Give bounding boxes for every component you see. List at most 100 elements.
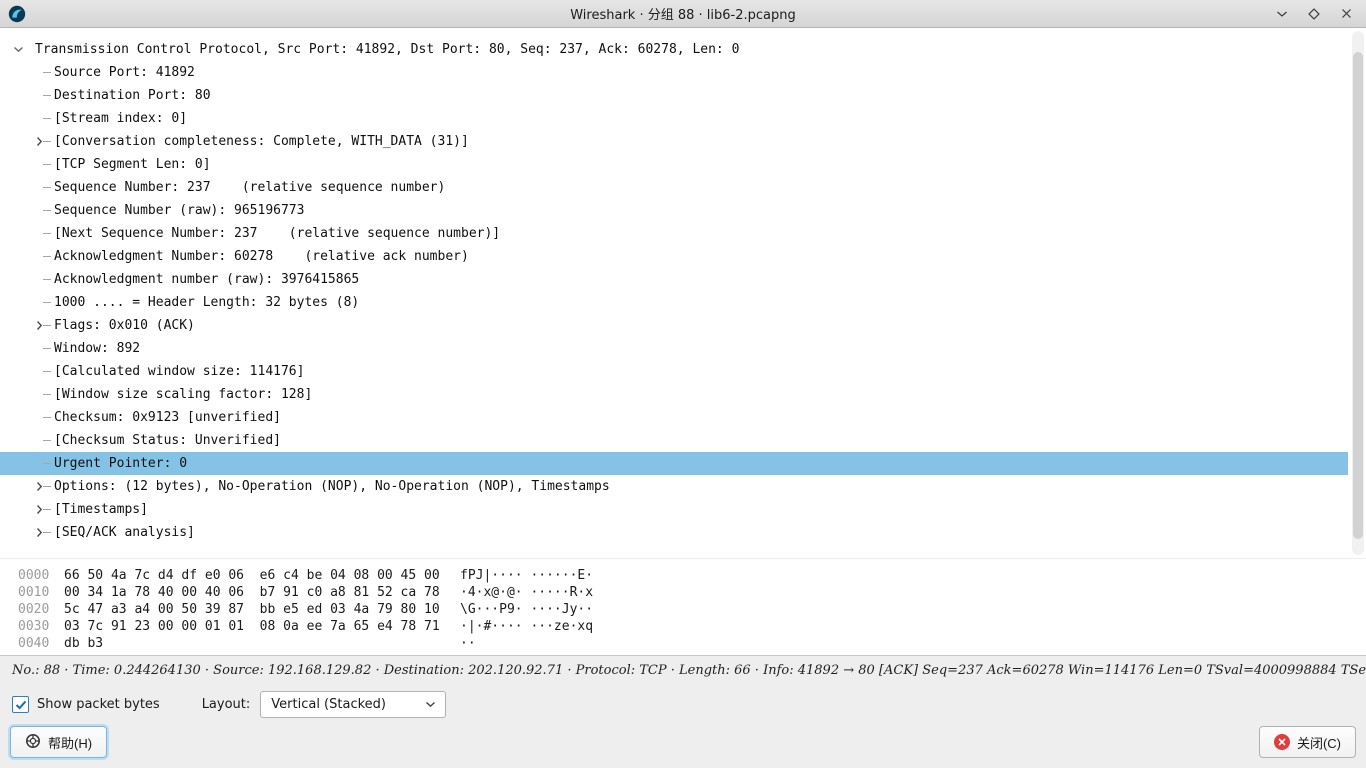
chevron-right-icon[interactable] bbox=[36, 521, 43, 544]
chevron-right-icon[interactable] bbox=[36, 498, 43, 521]
close-window-icon[interactable] bbox=[1338, 6, 1354, 22]
tree-row[interactable]: Source Port: 41892 bbox=[0, 61, 1348, 84]
packet-detail-pane: Transmission Control Protocol, Src Port:… bbox=[0, 28, 1366, 558]
hex-row[interactable]: 000066 50 4a 7c d4 df e0 06 e6 c4 be 04 … bbox=[18, 567, 1366, 584]
hex-row[interactable]: 0040db b3·· bbox=[18, 635, 1366, 652]
tree-row-label: [SEQ/ACK analysis] bbox=[54, 525, 195, 540]
tree-row[interactable]: Acknowledgment number (raw): 3976415865 bbox=[0, 268, 1348, 291]
tree-branch-tick bbox=[43, 95, 51, 96]
hex-row[interactable]: 001000 34 1a 78 40 00 40 06 b7 91 c0 a8 … bbox=[18, 584, 1366, 601]
tree-branch-tick bbox=[43, 440, 51, 441]
hex-bytes: 5c 47 a3 a4 00 50 39 87 bb e5 ed 03 4a 7… bbox=[64, 601, 460, 618]
hex-offset: 0040 bbox=[18, 635, 64, 652]
window-title: Wireshark · 分组 88 · lib6-2.pcapng bbox=[0, 4, 1366, 23]
tree-branch-tick bbox=[43, 463, 51, 464]
tree-branch-tick bbox=[43, 394, 51, 395]
tree-row[interactable]: Sequence Number: 237 (relative sequence … bbox=[0, 176, 1348, 199]
close-button[interactable]: 关闭(C) bbox=[1259, 726, 1356, 758]
titlebar: Wireshark · 分组 88 · lib6-2.pcapng bbox=[0, 0, 1366, 28]
tree-branch-tick bbox=[43, 72, 51, 73]
tree-row[interactable]: 1000 .... = Header Length: 32 bytes (8) bbox=[0, 291, 1348, 314]
packet-detail-dialog: Wireshark · 分组 88 · lib6-2.pcapng Transm… bbox=[0, 0, 1366, 768]
tree-row[interactable]: Urgent Pointer: 0 bbox=[0, 452, 1348, 475]
show-packet-bytes-checkbox[interactable] bbox=[12, 696, 29, 713]
tree-branch-tick bbox=[43, 486, 51, 487]
tree-row[interactable]: [Checksum Status: Unverified] bbox=[0, 429, 1348, 452]
hex-ascii: ·4·x@·@· ·····R·x bbox=[460, 585, 593, 600]
help-button[interactable]: 帮助(H) bbox=[10, 726, 107, 758]
tree-branch-tick bbox=[43, 233, 51, 234]
tree-scrollbar[interactable] bbox=[1352, 31, 1364, 555]
layout-select[interactable]: Vertical (Stacked) bbox=[260, 691, 446, 718]
tree-row-label: Urgent Pointer: 0 bbox=[54, 456, 187, 471]
tree-branch-tick bbox=[43, 371, 51, 372]
tree-row-label: Checksum: 0x9123 [unverified] bbox=[54, 410, 281, 425]
tree-row[interactable]: Acknowledgment Number: 60278 (relative a… bbox=[0, 245, 1348, 268]
tree-row-label: [Window size scaling factor: 128] bbox=[54, 387, 312, 402]
tree-branch-tick bbox=[43, 509, 51, 510]
layout-label: Layout: bbox=[202, 697, 251, 712]
tree-row-root[interactable]: Transmission Control Protocol, Src Port:… bbox=[0, 38, 1348, 61]
scrollbar-thumb[interactable] bbox=[1353, 52, 1363, 539]
tree-row-label: [TCP Segment Len: 0] bbox=[54, 157, 211, 172]
tree-row[interactable]: Flags: 0x010 (ACK) bbox=[0, 314, 1348, 337]
tree-branch-tick bbox=[43, 118, 51, 119]
window-controls bbox=[1274, 6, 1366, 22]
tree-row-label: 1000 .... = Header Length: 32 bytes (8) bbox=[54, 295, 359, 310]
hex-ascii: ·|·#···· ···ze·xq bbox=[460, 619, 593, 634]
hex-offset: 0020 bbox=[18, 601, 64, 618]
help-icon bbox=[25, 733, 41, 752]
tree-row[interactable]: Checksum: 0x9123 [unverified] bbox=[0, 406, 1348, 429]
tree-row[interactable]: [Timestamps] bbox=[0, 498, 1348, 521]
maximize-icon[interactable] bbox=[1306, 6, 1322, 22]
tree-row-label: Acknowledgment number (raw): 3976415865 bbox=[54, 272, 359, 287]
tree-row[interactable]: Sequence Number (raw): 965196773 bbox=[0, 199, 1348, 222]
hex-row[interactable]: 003003 7c 91 23 00 00 01 01 08 0a ee 7a … bbox=[18, 618, 1366, 635]
show-packet-bytes-label[interactable]: Show packet bytes bbox=[37, 697, 160, 712]
tree-row-label: Destination Port: 80 bbox=[54, 88, 211, 103]
packet-summary: No.: 88 · Time: 0.244264130 · Source: 19… bbox=[0, 656, 1366, 678]
tree-branch-tick bbox=[43, 256, 51, 257]
tree-row-label: Options: (12 bytes), No-Operation (NOP),… bbox=[54, 479, 610, 494]
tree-row[interactable]: [SEQ/ACK analysis] bbox=[0, 521, 1348, 544]
wireshark-logo-icon bbox=[8, 5, 26, 23]
hex-offset: 0030 bbox=[18, 618, 64, 635]
tree-row[interactable]: Destination Port: 80 bbox=[0, 84, 1348, 107]
tree-row-label: Source Port: 41892 bbox=[54, 65, 195, 80]
tree-branch-tick bbox=[43, 210, 51, 211]
tree-row[interactable]: Window: 892 bbox=[0, 337, 1348, 360]
layout-select-value: Vertical (Stacked) bbox=[271, 697, 386, 712]
dialog-footer: No.: 88 · Time: 0.244264130 · Source: 19… bbox=[0, 655, 1366, 768]
tree-row-label: Flags: 0x010 (ACK) bbox=[54, 318, 195, 333]
tree-row-label: Window: 892 bbox=[54, 341, 140, 356]
hex-offset: 0000 bbox=[18, 567, 64, 584]
chevron-down-icon bbox=[425, 697, 436, 712]
hex-ascii: ·· bbox=[460, 636, 476, 651]
tree-row-label: [Stream index: 0] bbox=[54, 111, 187, 126]
footer-controls: Show packet bytes Layout: Vertical (Stac… bbox=[0, 678, 1366, 718]
tree-row[interactable]: [TCP Segment Len: 0] bbox=[0, 153, 1348, 176]
chevron-down-icon[interactable] bbox=[13, 38, 24, 61]
tree-branch-tick bbox=[43, 302, 51, 303]
tree-branch-tick bbox=[43, 417, 51, 418]
minimize-icon[interactable] bbox=[1274, 6, 1290, 22]
tree-row-label: [Conversation completeness: Complete, WI… bbox=[54, 134, 469, 149]
tree-row-label: Acknowledgment Number: 60278 (relative a… bbox=[54, 249, 469, 264]
chevron-right-icon[interactable] bbox=[36, 475, 43, 498]
hex-row[interactable]: 00205c 47 a3 a4 00 50 39 87 bb e5 ed 03 … bbox=[18, 601, 1366, 618]
tree-row-label: [Timestamps] bbox=[54, 502, 148, 517]
hex-offset: 0010 bbox=[18, 584, 64, 601]
tree-row[interactable]: [Calculated window size: 114176] bbox=[0, 360, 1348, 383]
tree-branch-tick bbox=[43, 532, 51, 533]
tree-row[interactable]: [Stream index: 0] bbox=[0, 107, 1348, 130]
tree-row[interactable]: [Next Sequence Number: 237 (relative seq… bbox=[0, 222, 1348, 245]
help-button-label: 帮助(H) bbox=[48, 733, 92, 752]
tree-row-label: [Checksum Status: Unverified] bbox=[54, 433, 281, 448]
tree-row[interactable]: [Conversation completeness: Complete, WI… bbox=[0, 130, 1348, 153]
tree-row[interactable]: [Window size scaling factor: 128] bbox=[0, 383, 1348, 406]
tree-branch-tick bbox=[43, 325, 51, 326]
tree-row[interactable]: Options: (12 bytes), No-Operation (NOP),… bbox=[0, 475, 1348, 498]
tree-branch-tick bbox=[43, 187, 51, 188]
chevron-right-icon[interactable] bbox=[36, 130, 43, 153]
chevron-right-icon[interactable] bbox=[36, 314, 43, 337]
